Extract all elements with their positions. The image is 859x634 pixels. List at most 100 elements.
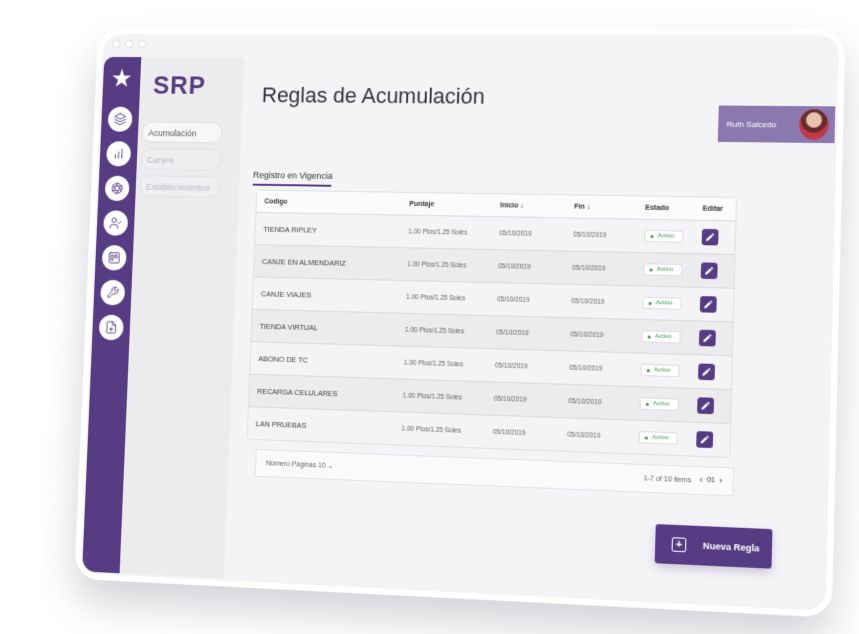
page-size-value: 10	[317, 462, 326, 470]
cell-code: RECARGA CELULARES	[256, 386, 338, 398]
cell-edit	[698, 329, 743, 348]
page-size-label: Número Páginas	[265, 460, 317, 470]
status-text: Activo	[655, 300, 673, 307]
cell-points: 1.00 Ptos/1.25 Soles	[408, 228, 468, 237]
sidebar: SRP Acumulación Canjes Establecimientos	[119, 57, 245, 579]
status-text: Activo	[652, 400, 670, 408]
tab-active-indicator	[252, 183, 332, 187]
cell-end-date: 05/10/2019	[568, 397, 602, 406]
page-size-selector[interactable]: Número Páginas 10 ⌄	[266, 459, 334, 470]
chevron-left-icon[interactable]: ‹	[699, 474, 703, 486]
pencil-icon	[702, 367, 711, 376]
user-check-icon[interactable]	[103, 210, 129, 236]
pagination-bar: Número Páginas 10 ⌄ 1-7 of 10 items ‹ 01…	[254, 448, 735, 497]
cell-code: ABONO DE TC	[258, 353, 309, 365]
aperture-icon[interactable]	[104, 175, 130, 202]
edit-button[interactable]	[696, 431, 714, 449]
trello-icon[interactable]	[101, 244, 127, 271]
page-title: Reglas de Acumulación	[261, 82, 486, 109]
app-window: ★ SRP Acumulación Canjes Establecimiento…	[74, 28, 846, 618]
edit-button[interactable]	[701, 228, 719, 246]
cell-status: Activo	[644, 229, 702, 243]
cell-end-date: 05/10/2019	[572, 264, 606, 273]
status-badge: Activo	[642, 296, 682, 310]
status-text: Activo	[656, 266, 674, 274]
column-header-edit: Editar	[702, 205, 724, 213]
status-dot-icon	[650, 234, 654, 238]
cell-code: LAN PRUEBAS	[255, 418, 307, 430]
layers-icon[interactable]	[107, 106, 133, 132]
brand-logo: SRP	[152, 70, 207, 100]
cell-end-date: 05/10/2019	[573, 231, 607, 239]
current-page: 01	[706, 476, 716, 485]
column-header-start[interactable]: Inicio ↓	[500, 202, 574, 210]
cell-code: TIENDA VIRTUAL	[259, 321, 319, 332]
cell-end-date: 05/10/2019	[571, 297, 605, 306]
cell-points: 1.00 Ptos/1.25 Soles	[403, 359, 464, 368]
status-badge: Activo	[644, 229, 684, 243]
edit-button[interactable]	[699, 296, 717, 313]
column-header-end[interactable]: Fin ↓	[574, 203, 645, 211]
pagination-range: 1-7 of 10 items	[643, 474, 692, 484]
cell-code: TIENDA RIPLEY	[263, 224, 318, 235]
tool-icon[interactable]	[100, 279, 126, 306]
new-rule-button[interactable]: + Nueva Regla	[654, 524, 773, 569]
cell-points: 1.00 Ptos/1.25 Soles	[401, 425, 462, 435]
avatar[interactable]	[798, 109, 829, 141]
cell-start-date: 05/10/2019	[495, 328, 529, 337]
pencil-icon	[700, 435, 709, 444]
status-dot-icon	[648, 301, 652, 305]
status-badge: Activo	[638, 431, 679, 445]
status-dot-icon	[645, 402, 649, 406]
bar-chart-icon[interactable]	[106, 141, 132, 167]
cell-edit	[700, 262, 745, 280]
status-text: Activo	[657, 233, 675, 240]
cell-code: CANJE EN ALMENDARIZ	[261, 256, 347, 268]
status-dot-icon	[646, 368, 650, 372]
cell-start-date: 05/10/2019	[493, 395, 527, 404]
cell-status: Activo	[642, 296, 700, 311]
cell-edit	[697, 363, 742, 381]
column-header-status: Estado	[645, 204, 670, 212]
status-dot-icon	[647, 334, 651, 339]
cell-status: Activo	[638, 431, 696, 445]
pencil-icon	[703, 334, 712, 343]
cell-start-date: 05/10/2019	[499, 229, 532, 238]
cell-points: 1.00 Ptos/1.25 Soles	[402, 392, 463, 402]
window-dot[interactable]	[124, 39, 134, 49]
cell-end-date: 05/10/2019	[567, 431, 601, 440]
sidebar-item-acumulacion[interactable]: Acumulación	[141, 121, 223, 144]
rules-table: Codigo Puntaje Inicio ↓ Fin ↓ Estado Edi…	[246, 189, 740, 459]
chevron-down-icon: ⌄	[327, 462, 334, 470]
window-dot[interactable]	[112, 39, 121, 49]
chevron-right-icon[interactable]: ›	[719, 475, 722, 488]
file-plus-icon[interactable]	[98, 314, 124, 341]
pencil-icon	[701, 401, 710, 410]
edit-button[interactable]	[697, 363, 716, 381]
cell-code: CANJE VIAJES	[260, 288, 312, 300]
edit-button[interactable]	[697, 397, 715, 415]
sidebar-item-establecimientos[interactable]: Establecimientos	[139, 175, 221, 198]
column-header-points: Puntaje	[409, 200, 435, 208]
edit-button[interactable]	[700, 262, 718, 280]
user-menu[interactable]: Ruth Salcedo	[717, 105, 836, 144]
status-badge: Activo	[640, 363, 681, 378]
cell-status: Activo	[639, 397, 697, 411]
cell-start-date: 05/10/2019	[492, 428, 526, 437]
new-rule-label: Nueva Regla	[702, 540, 760, 554]
pencil-icon	[704, 300, 713, 309]
pencil-icon	[705, 266, 714, 275]
plus-square-icon: +	[671, 537, 687, 553]
cell-edit	[696, 431, 740, 449]
sidebar-item-canjes[interactable]: Canjes	[140, 148, 222, 171]
cell-points: 1.00 Ptos/1.25 Soles	[406, 293, 466, 302]
status-text: Activo	[653, 367, 671, 374]
cell-start-date: 05/10/2019	[498, 262, 531, 271]
window-dot[interactable]	[137, 39, 147, 49]
cell-edit	[701, 228, 746, 246]
edit-button[interactable]	[698, 329, 716, 347]
window-controls	[112, 39, 147, 49]
cell-points: 1.00 Ptos/1.25 Soles	[404, 326, 465, 335]
status-badge: Activo	[641, 330, 682, 344]
tab-registro-vigencia[interactable]: Registro en Vigencia	[253, 170, 333, 181]
